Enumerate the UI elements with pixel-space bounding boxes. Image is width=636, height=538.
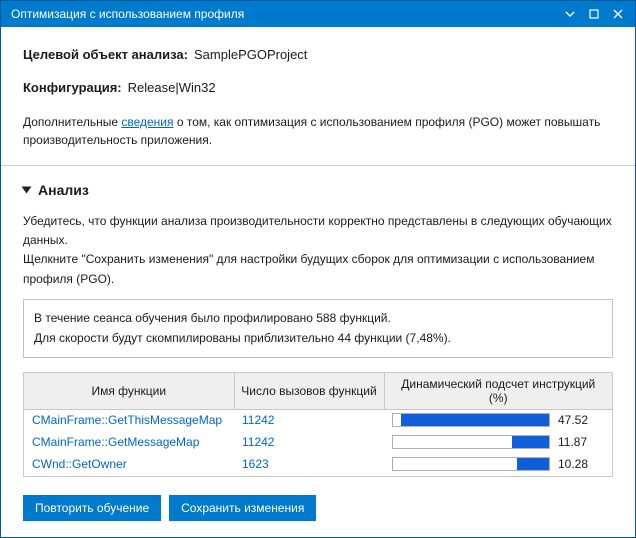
config-label: Конфигурация:	[23, 80, 122, 95]
config-row: Конфигурация: Release|Win32	[23, 80, 613, 95]
target-label: Целевой объект анализа:	[23, 47, 188, 62]
col-header-dyn[interactable]: Динамический подсчет инструкций (%)	[384, 373, 612, 410]
stats-line1: В течение сеанса обучения было профилиро…	[34, 308, 602, 328]
chevron-right-icon	[22, 187, 32, 194]
function-name-link[interactable]: CMainFrame::GetThisMessageMap	[32, 413, 222, 427]
table-row[interactable]: CMainFrame::GetThisMessageMap 11242 47.52	[24, 409, 612, 431]
stats-line2: Для скорости будут скомпилированы прибли…	[34, 328, 602, 348]
analysis-header[interactable]: Анализ	[23, 182, 613, 198]
maximize-icon[interactable]	[583, 5, 605, 23]
window-title: Оптимизация с использованием профиля	[11, 7, 559, 21]
table-row[interactable]: CWnd::GetOwner 1623 10.28	[24, 453, 612, 475]
function-name-link[interactable]: CMainFrame::GetMessageMap	[32, 435, 199, 449]
function-name-link[interactable]: CWnd::GetOwner	[32, 457, 127, 471]
dropdown-icon[interactable]	[559, 5, 581, 23]
help-link[interactable]: сведения	[121, 115, 173, 129]
pgo-window: Оптимизация с использованием профиля Цел…	[0, 0, 636, 538]
call-count: 11242	[242, 413, 274, 427]
analysis-desc-line2: Щелкните "Сохранить изменения" для настр…	[23, 250, 613, 288]
percent-bar	[392, 413, 550, 427]
call-count: 11242	[242, 435, 274, 449]
help-text: Дополнительные сведения о том, как оптим…	[23, 113, 613, 149]
analysis-desc-line1: Убедитесь, что функции анализа производи…	[23, 212, 613, 250]
call-count: 1623	[242, 457, 269, 471]
percent-bar	[392, 457, 550, 471]
close-icon[interactable]	[607, 5, 629, 23]
window-controls	[559, 5, 629, 23]
col-header-calls[interactable]: Число вызовов функций	[234, 373, 384, 410]
percent-value: 47.52	[558, 413, 604, 427]
table-header-row: Имя функции Число вызовов функций Динами…	[24, 373, 612, 410]
percent-value: 11.87	[558, 435, 604, 449]
footer-buttons: Повторить обучение Сохранить изменения	[1, 481, 635, 537]
percent-value: 10.28	[558, 457, 604, 471]
content-area: Целевой объект анализа: SamplePGOProject…	[1, 27, 635, 537]
help-prefix: Дополнительные	[23, 115, 121, 129]
target-row: Целевой объект анализа: SamplePGOProject	[23, 47, 613, 62]
analysis-section: Анализ Убедитесь, что функции анализа пр…	[1, 166, 635, 481]
config-value: Release|Win32	[128, 80, 216, 95]
save-button[interactable]: Сохранить изменения	[169, 495, 316, 521]
percent-bar	[392, 435, 550, 449]
target-value: SamplePGOProject	[194, 47, 307, 62]
table-row[interactable]: CMFCToolBar::GetButtonSize1283.78	[24, 475, 612, 477]
functions-table-wrap[interactable]: Имя функции Число вызовов функций Динами…	[23, 372, 613, 477]
analysis-title: Анализ	[38, 182, 89, 198]
table-row[interactable]: CMainFrame::GetMessageMap 11242 11.87	[24, 431, 612, 453]
analysis-description: Убедитесь, что функции анализа производи…	[23, 212, 613, 289]
titlebar: Оптимизация с использованием профиля	[1, 1, 635, 27]
col-header-name[interactable]: Имя функции	[24, 373, 234, 410]
summary-section: Целевой объект анализа: SamplePGOProject…	[1, 27, 635, 166]
stats-box: В течение сеанса обучения было профилиро…	[23, 299, 613, 358]
retrain-button[interactable]: Повторить обучение	[23, 495, 161, 521]
functions-table: Имя функции Число вызовов функций Динами…	[24, 373, 612, 477]
